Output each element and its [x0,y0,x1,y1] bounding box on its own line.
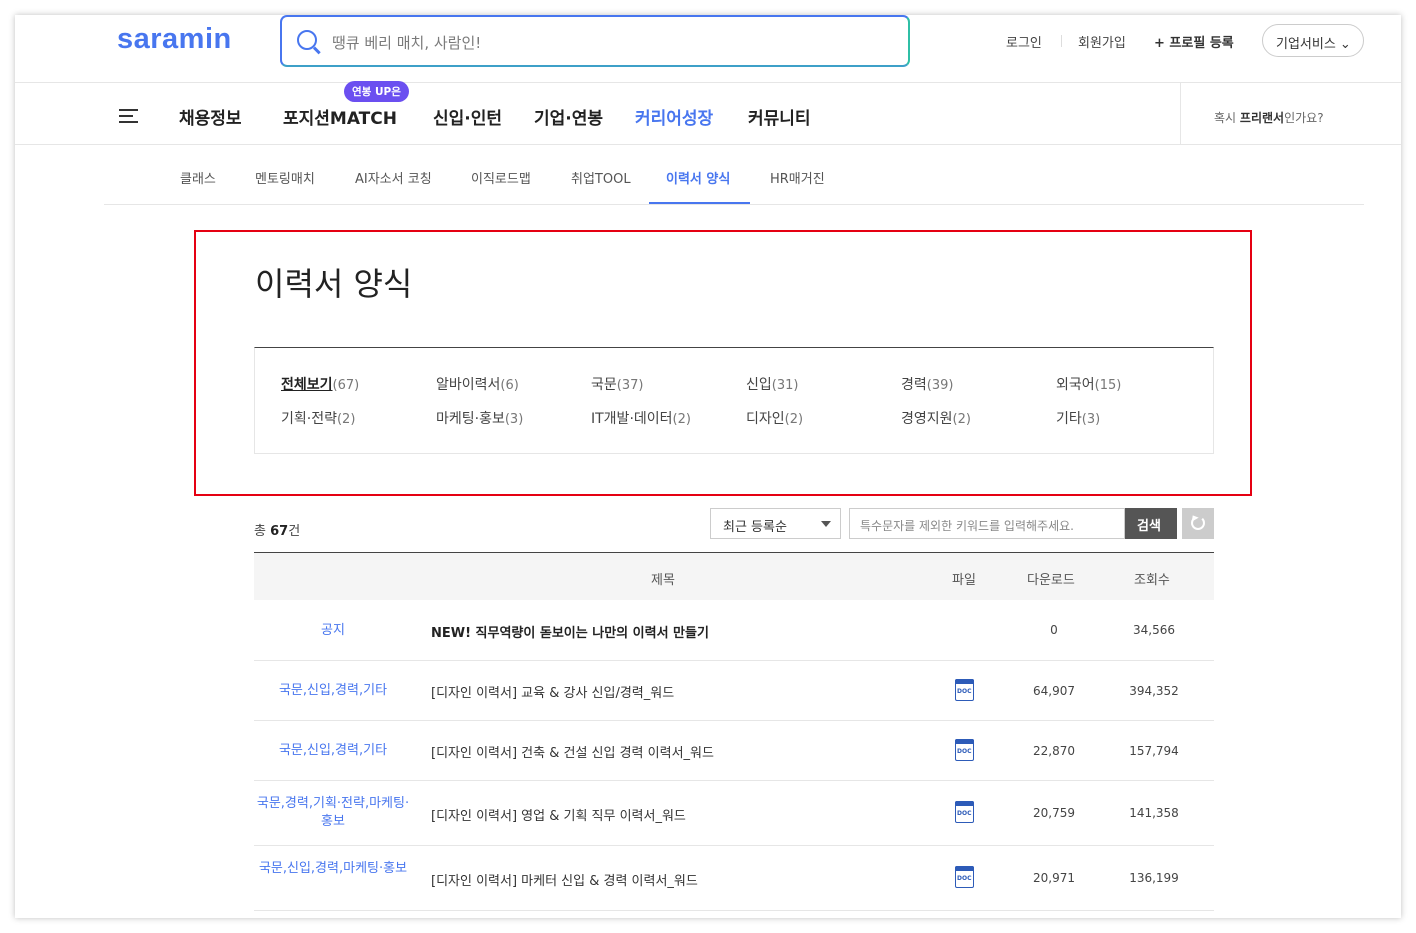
nav-item-position-match[interactable]: 포지션MATCH [283,104,397,129]
sort-select[interactable]: 최근 등록순 [710,508,841,539]
row-downloads: 20,971 [1033,871,1075,885]
page-frame: saramin 땡큐 베리 매치, 사람인! 로그인 회원가입 + 프로필 등록… [15,15,1401,918]
category-experienced[interactable]: 경력(39) [901,374,953,394]
profile-register-link[interactable]: + 프로필 등록 [1154,32,1234,51]
page-title: 이력서 양식 [255,265,413,303]
search-button[interactable]: 검색 [1125,508,1177,539]
header: saramin 땡큐 베리 매치, 사람인! 로그인 회원가입 + 프로필 등록… [15,15,1401,83]
doc-file-icon[interactable]: DOC [954,865,974,888]
nav-item-company-salary[interactable]: 기업·연봉 [534,104,603,129]
row-category[interactable]: 국문,신입,경력,기타 [254,742,412,760]
row-title[interactable]: NEW! 직무역량이 돋보이는 나만의 이력서 만들기 [431,622,709,641]
tab-job-tool[interactable]: 취업TOOL [571,168,631,187]
header-downloads: 다운로드 [1027,573,1075,588]
row-views: 394,352 [1129,684,1179,698]
row-views: 34,566 [1133,623,1175,637]
category-marketing-pr[interactable]: 마케팅·홍보(3) [436,408,523,428]
sub-nav: 클래스 멘토링매치 AI자소서 코칭 이직로드맵 취업TOOL 이력서 양식 H… [104,145,1364,205]
reset-button[interactable] [1182,508,1214,539]
row-category[interactable]: 국문,신입,경력,마케팅·홍보 [254,860,412,878]
row-downloads: 22,870 [1033,744,1075,758]
row-title[interactable]: [디자인 이력서] 영업 & 기획 직무 이력서_워드 [431,805,686,824]
search-input[interactable]: 땡큐 베리 매치, 사람인! [332,32,481,53]
category-filter: 전체보기(67) 알바이력서(6) 국문(37) 신입(31) 경력(39) 외… [254,347,1214,454]
category-etc[interactable]: 기타(3) [1056,408,1100,428]
doc-file-icon[interactable]: DOC [954,678,974,701]
tab-resume-template[interactable]: 이력서 양식 [666,168,730,187]
active-tab-indicator [649,202,750,204]
menu-icon[interactable] [119,109,138,127]
category-design[interactable]: 디자인(2) [746,408,803,428]
sort-selected-value: 최근 등록순 [723,520,787,535]
row-category[interactable]: 국문,경력,기획·전략,마케팅·홍보 [254,795,412,831]
nav-item-newcomer-intern[interactable]: 신입·인턴 [433,104,502,129]
row-title[interactable]: [디자인 이력서] 교육 & 강사 신입/경력_워드 [431,682,674,701]
category-newcomer[interactable]: 신입(31) [746,374,798,394]
tab-hr-magazine[interactable]: HR매거진 [770,168,825,187]
table-row[interactable]: 공지 NEW! 직무역량이 돋보이는 나만의 이력서 만들기 0 34,566 [254,600,1214,661]
chevron-down-icon [821,521,831,527]
table-header: 제목 파일 다운로드 조회수 [254,552,1214,600]
nav-item-career-growth[interactable]: 커리어성장 [635,104,713,129]
main-nav: 채용정보 포지션MATCH 연봉 UP은 신입·인턴 기업·연봉 커리어성장 커… [15,81,1401,145]
doc-file-icon[interactable]: DOC [954,738,974,761]
tab-ai-cover-letter[interactable]: AI자소서 코칭 [355,168,432,187]
header-title: 제목 [651,573,675,588]
keyword-input[interactable]: 특수문자를 제외한 키워드를 입력해주세요. [849,508,1125,539]
table-row[interactable]: 국문,신입,경력,마케팅·홍보 [디자인 이력서] 마케터 신입 & 경력 이력… [254,846,1214,911]
signup-link[interactable]: 회원가입 [1078,32,1126,51]
category-management-support[interactable]: 경영지원(2) [901,408,971,428]
search-icon[interactable] [297,30,317,50]
total-count: 총 67건 [254,524,301,539]
tab-career-roadmap[interactable]: 이직로드맵 [471,168,531,187]
row-category[interactable]: 공지 [254,622,412,640]
table-row[interactable]: 국문,신입,경력,기타 [디자인 이력서] 건축 & 건설 신입 경력 이력서_… [254,721,1214,781]
category-korean[interactable]: 국문(37) [591,374,643,394]
row-title[interactable]: [디자인 이력서] 건축 & 건설 신입 경력 이력서_워드 [431,742,714,761]
nav-item-community[interactable]: 커뮤니티 [748,104,811,129]
refresh-icon [1191,516,1205,530]
table-row[interactable]: 국문,경력,기획·전략,마케팅·홍보 [디자인 이력서] 영업 & 기획 직무 … [254,781,1214,846]
header-views: 조회수 [1134,573,1170,588]
business-service-button[interactable]: 기업서비스 ⌄ [1262,24,1364,57]
tab-class[interactable]: 클래스 [180,168,216,187]
nav-item-jobs[interactable]: 채용정보 [179,104,242,129]
category-it-data[interactable]: IT개발·데이터(2) [591,408,691,428]
row-views: 157,794 [1129,744,1179,758]
salary-up-badge: 연봉 UP은 [344,81,409,102]
freelancer-link[interactable]: 혹시 프리랜서인가요? [1214,109,1324,126]
row-downloads: 64,907 [1033,684,1075,698]
row-views: 141,358 [1129,806,1179,820]
row-title[interactable]: [디자인 이력서] 마케터 신입 & 경력 이력서_워드 [431,870,698,889]
login-link[interactable]: 로그인 [1006,32,1042,51]
category-parttime[interactable]: 알바이력서(6) [436,374,519,394]
doc-file-icon[interactable]: DOC [954,800,974,823]
divider [1061,35,1062,47]
divider [1180,83,1181,145]
table-row[interactable]: 국문,신입,경력,기타 [디자인 이력서] 교육 & 강사 신입/경력_워드 D… [254,661,1214,721]
row-views: 136,199 [1129,871,1179,885]
row-downloads: 20,759 [1033,806,1075,820]
row-downloads: 0 [1050,623,1058,637]
header-file: 파일 [952,573,976,588]
category-planning-strategy[interactable]: 기획·전략(2) [281,408,355,428]
category-foreign-language[interactable]: 외국어(15) [1056,374,1121,394]
category-all[interactable]: 전체보기(67) [281,374,359,394]
row-category[interactable]: 국문,신입,경력,기타 [254,682,412,700]
search-box[interactable]: 땡큐 베리 매치, 사람인! [280,15,910,67]
saramin-logo[interactable]: saramin [117,23,232,56]
tab-mentoring-match[interactable]: 멘토링매치 [255,168,315,187]
